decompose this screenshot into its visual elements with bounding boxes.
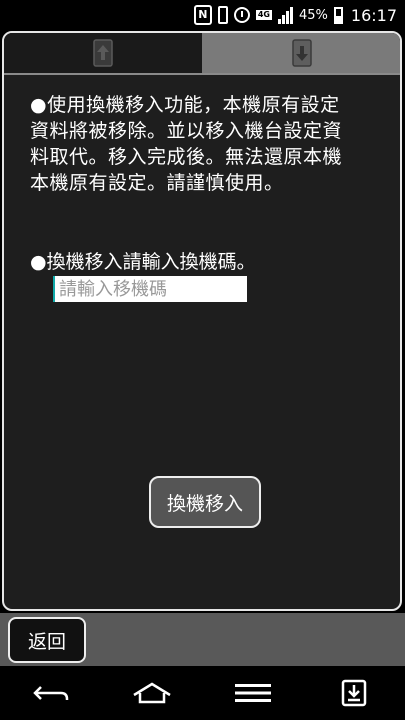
vibrate-icon [217, 6, 228, 24]
nfc-icon: N [193, 5, 212, 25]
warning-message: ●使用換機移入功能，本機原有設定 資料將被移除。並以移入機台設定資 料取代。移入… [30, 92, 380, 196]
phone-download-icon [289, 38, 315, 68]
notifications-icon[interactable] [324, 673, 384, 713]
home-icon[interactable] [122, 673, 182, 713]
transfer-code-input[interactable] [53, 276, 247, 302]
transfer-import-button[interactable]: 換機移入 [149, 476, 261, 528]
tab-bar [4, 33, 400, 75]
message-line: 本機原有設定。請謹慎使用。 [30, 172, 284, 194]
battery-icon [333, 6, 343, 24]
code-prompt: ●換機移入請輸入換機碼。 [30, 251, 256, 273]
navigation-bar [0, 666, 405, 720]
back-icon[interactable] [21, 673, 81, 713]
status-bar: N 4G 45% 16:17 [0, 0, 405, 30]
tab-export[interactable] [4, 33, 202, 73]
back-button[interactable]: 返回 [8, 617, 86, 663]
network-type-badge: 4G [255, 10, 272, 20]
battery-percentage: 45% [298, 7, 328, 23]
message-line: ●使用換機移入功能，本機原有設定 [30, 94, 340, 116]
phone-upload-icon [90, 38, 116, 68]
main-panel: ●使用換機移入功能，本機原有設定 資料將被移除。並以移入機台設定資 料取代。移入… [2, 31, 402, 611]
signal-strength-icon [277, 6, 293, 24]
tab-import[interactable] [202, 33, 400, 73]
message-line: 資料將被移除。並以移入機台設定資 [30, 120, 343, 142]
menu-icon[interactable] [223, 673, 283, 713]
alarm-icon [233, 7, 250, 23]
clock: 16:17 [350, 5, 397, 25]
tab-divider [4, 73, 400, 75]
message-line: 料取代。移入完成後。無法還原本機 [30, 146, 343, 168]
